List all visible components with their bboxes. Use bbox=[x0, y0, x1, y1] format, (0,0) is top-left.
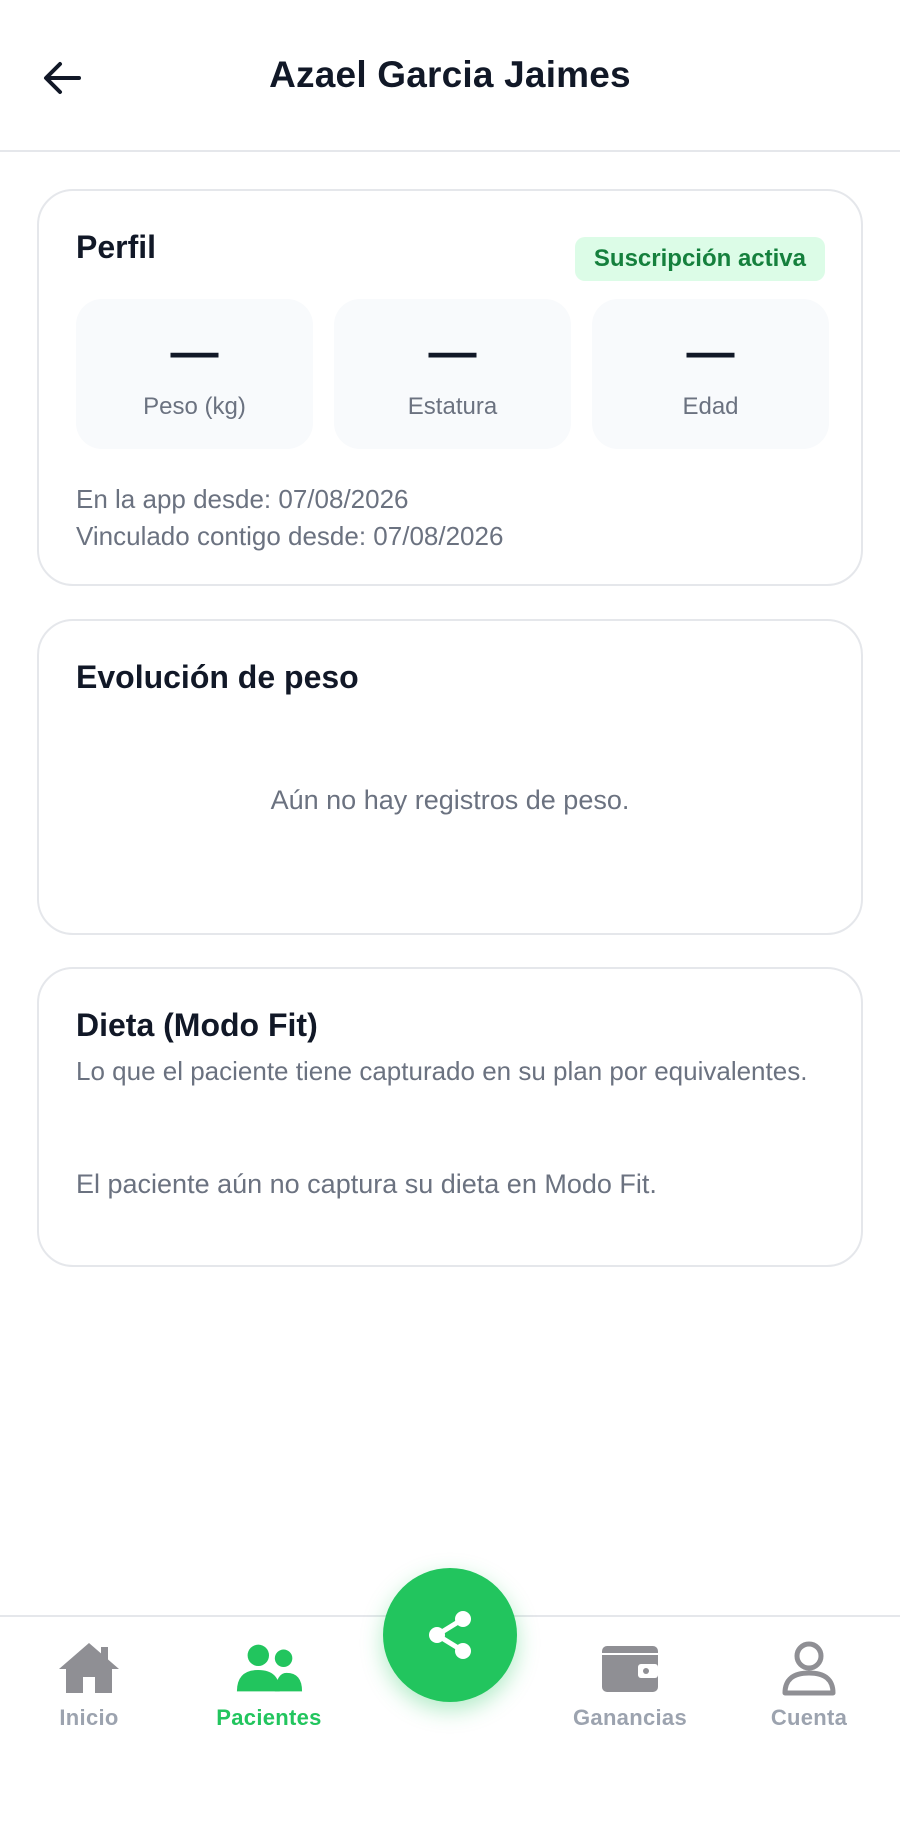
tab-cuenta-label: Cuenta bbox=[770, 1705, 848, 1730]
tab-inicio-label: Inicio bbox=[59, 1705, 119, 1730]
stat-weight-value: — bbox=[170, 326, 219, 379]
diet-empty-message: El paciente aún no captura su dieta en M… bbox=[76, 1169, 657, 1199]
page-title: Azael Garcia Jaimes bbox=[269, 54, 631, 95]
diet-subtitle: Lo que el paciente tiene capturado en su… bbox=[76, 1056, 808, 1086]
weight-empty-message: Aún no hay registros de peso. bbox=[270, 785, 630, 815]
share-icon bbox=[429, 1611, 471, 1659]
wallet-icon bbox=[595, 1639, 665, 1697]
weight-evolution-title: Evolución de peso bbox=[76, 659, 359, 695]
share-button[interactable] bbox=[383, 1568, 517, 1702]
tab-inicio[interactable]: Inicio bbox=[9, 1639, 169, 1759]
users-icon bbox=[234, 1639, 304, 1697]
tab-cuenta[interactable]: Cuenta bbox=[729, 1639, 889, 1759]
app-header: Azael Garcia Jaimes bbox=[0, 0, 900, 152]
tab-ganancias-label: Ganancias bbox=[573, 1705, 687, 1730]
subscription-status-badge: Suscripción activa bbox=[574, 237, 825, 281]
stat-age-label: Edad bbox=[682, 393, 739, 420]
stat-weight-label: Peso (kg) bbox=[143, 393, 246, 420]
profile-card: Perfil Suscripción activa — Peso (kg) — … bbox=[37, 189, 863, 586]
tab-pacientes[interactable]: Pacientes bbox=[189, 1639, 349, 1759]
user-icon bbox=[774, 1639, 844, 1697]
stat-age: — Edad bbox=[592, 299, 829, 449]
tab-ganancias[interactable]: Ganancias bbox=[550, 1639, 710, 1759]
tab-pacientes-label: Pacientes bbox=[216, 1705, 322, 1730]
stat-height-value: — bbox=[428, 326, 477, 379]
profile-title: Perfil bbox=[76, 229, 157, 265]
weight-evolution-card: Evolución de peso Aún no hay registros d… bbox=[37, 619, 863, 935]
profile-stats: — Peso (kg) — Estatura — Edad bbox=[76, 299, 829, 449]
stat-weight: — Peso (kg) bbox=[76, 299, 313, 449]
profile-meta: En la app desde: 07/08/2026 Vinculado co… bbox=[76, 481, 503, 555]
stat-height: — Estatura bbox=[334, 299, 571, 449]
stat-age-value: — bbox=[686, 326, 735, 379]
home-icon bbox=[54, 1639, 124, 1697]
in-app-since: En la app desde: 07/08/2026 bbox=[76, 484, 409, 514]
diet-title: Dieta (Modo Fit) bbox=[76, 1007, 318, 1043]
diet-card: Dieta (Modo Fit) Lo que el paciente tien… bbox=[37, 967, 863, 1267]
linked-since: Vinculado contigo desde: 07/08/2026 bbox=[76, 521, 504, 551]
stat-height-label: Estatura bbox=[407, 393, 498, 420]
